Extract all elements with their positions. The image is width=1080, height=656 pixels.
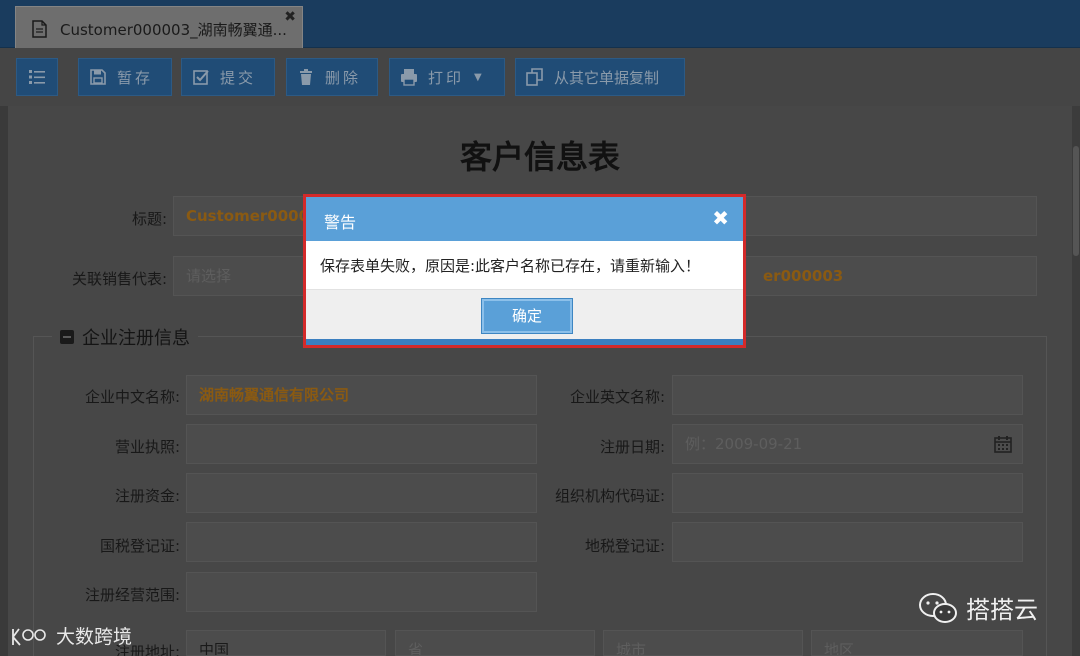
capital-input[interactable] (186, 473, 537, 513)
wechat-icon (919, 592, 957, 623)
capital-label: 注册资金: (114, 487, 180, 505)
dialog-header: 警告 ✖ (306, 197, 743, 241)
section-title: 企业注册信息 (82, 328, 190, 349)
document-tab[interactable]: Customer000003_湖南畅翼通... ✖ (15, 6, 303, 48)
en-name-input[interactable] (672, 375, 1023, 415)
tab-label: Customer000003_湖南畅翼通... (60, 21, 287, 39)
cn-name-label: 企业中文名称: (84, 388, 180, 406)
city-select[interactable]: 城市 ▼ (603, 630, 803, 656)
chevron-down-icon: ▼ (365, 641, 373, 655)
list-view-button[interactable] (16, 58, 58, 96)
org-code-label: 组织机构代码证: (554, 487, 665, 505)
calendar-icon[interactable] (994, 435, 1012, 453)
dialog-footer: 确定 (306, 289, 743, 339)
list-icon (29, 70, 45, 84)
scope-label: 注册经营范围: (84, 586, 180, 604)
province-select[interactable]: 省 ▼ (395, 630, 595, 656)
title-label: 标题: (131, 210, 167, 228)
tab-close-icon[interactable]: ✖ (284, 9, 296, 25)
copy-from-other-document-button[interactable]: 从其它单据复制 (515, 58, 685, 96)
national-tax-label: 国税登记证: (99, 537, 180, 555)
collapse-icon[interactable] (60, 330, 74, 344)
national-tax-input[interactable] (186, 522, 537, 562)
floppy-disk-icon (90, 69, 106, 85)
ok-button[interactable]: 确定 (481, 298, 573, 334)
trash-icon (300, 69, 312, 85)
chevron-down-icon: ▼ (574, 641, 582, 655)
license-label: 营业执照: (114, 438, 180, 456)
submit-button[interactable]: 提交 (181, 58, 275, 96)
tab-bar: Customer000003_湖南畅翼通... ✖ (0, 0, 1080, 48)
save-button[interactable]: 暂存 (78, 58, 172, 96)
close-icon[interactable]: ✖ (712, 206, 729, 230)
reg-date-placeholder: 例：2009-09-21 (685, 435, 803, 453)
chevron-down-icon: ▼ (474, 71, 482, 83)
logo-icon (12, 627, 46, 646)
reg-date-input[interactable]: 例：2009-09-21 (672, 424, 1023, 464)
license-input[interactable] (186, 424, 537, 464)
cn-name-input[interactable]: 湖南畅翼通信有限公司 (186, 375, 537, 415)
chevron-down-icon: ▼ (1002, 641, 1010, 655)
document-icon (32, 20, 47, 38)
printer-icon (401, 69, 417, 86)
country-select[interactable]: 中国 ▼ (186, 630, 386, 656)
copy-icon (526, 68, 543, 86)
sales-rep-label: 关联销售代表: (71, 270, 167, 288)
en-name-label: 企业英文名称: (569, 388, 665, 406)
section-header[interactable]: 企业注册信息 (52, 324, 198, 350)
form-title: 客户信息表 (459, 138, 620, 176)
local-tax-label: 地税登记证: (584, 537, 665, 555)
vertical-scrollbar[interactable] (1072, 106, 1080, 656)
district-select[interactable]: 地区 ▼ (811, 630, 1023, 656)
watermark-right: 搭搭云 (918, 590, 1038, 625)
watermark-left: 大数跨境 (10, 622, 132, 649)
warning-dialog: 警告 ✖ 保存表单失败，原因是:此客户名称已存在，请重新输入！ 确定 (303, 194, 746, 348)
checkbox-icon (193, 70, 209, 85)
reg-date-label: 注册日期: (599, 438, 665, 456)
print-button[interactable]: 打印 ▼ (389, 58, 505, 96)
dialog-bottom-bar (306, 339, 743, 345)
scope-input[interactable] (186, 572, 537, 612)
chevron-down-icon: ▼ (782, 641, 790, 655)
toolbar: 暂存 提交 删除 打印 ▼ 从其它单据复制 (0, 48, 1080, 106)
delete-button[interactable]: 删除 (286, 58, 378, 96)
org-code-input[interactable] (672, 473, 1023, 513)
dialog-message: 保存表单失败，原因是:此客户名称已存在，请重新输入！ (320, 257, 701, 275)
dialog-title: 警告 (324, 213, 357, 232)
local-tax-input[interactable] (672, 522, 1023, 562)
